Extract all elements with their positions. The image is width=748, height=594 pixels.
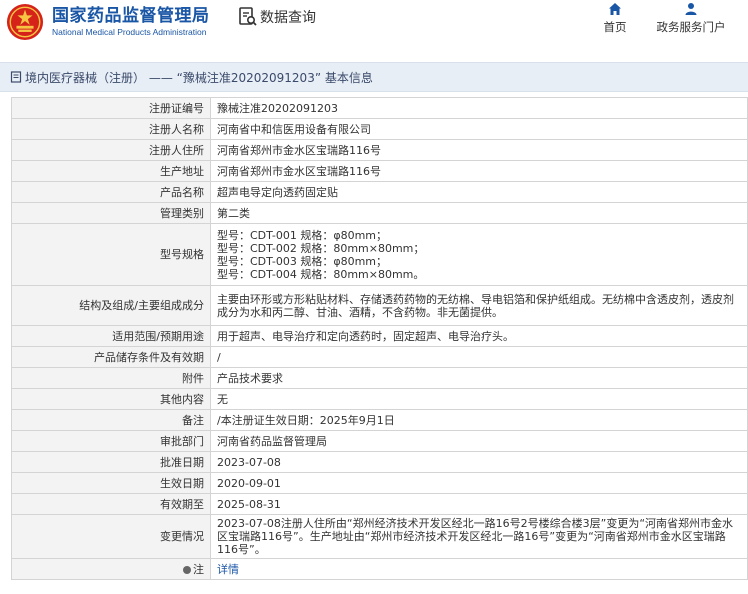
row-label: 附件 [11, 367, 211, 389]
row-label: 批准日期 [11, 451, 211, 473]
row-value: 产品技术要求 [210, 367, 748, 389]
record-title: 境内医疗器械（注册） —— “豫械注准20202091203” 基本信息 [25, 70, 373, 85]
user-icon [685, 3, 697, 15]
table-row: 附件 产品技术要求 [11, 367, 748, 389]
model-spec-line: 型号：CDT-002 规格：80mm×80mm； [217, 241, 425, 255]
row-label: 生效日期 [11, 472, 211, 494]
row-label: 变更情况 [11, 514, 211, 559]
data-query-link[interactable]: 数据查询 [238, 6, 316, 28]
table-row: 生效日期 2020-09-01 [11, 472, 748, 494]
row-label: 注册证编号 [11, 97, 211, 119]
model-spec-line: 型号：CDT-003 规格：φ80mm； [217, 254, 388, 268]
row-value: 型号：CDT-001 规格：φ80mm； 型号：CDT-002 规格：80mm×… [210, 223, 748, 286]
row-value: 用于超声、电导治疗和定向透药时，固定超声、电导治疗头。 [210, 325, 748, 347]
row-value: 2025-08-31 [210, 493, 748, 515]
model-spec-line: 型号：CDT-001 规格：φ80mm； [217, 228, 388, 242]
national-emblem-icon [6, 3, 44, 41]
row-value: 河南省药品监督管理局 [210, 430, 748, 452]
row-value: 河南省郑州市金水区宝瑞路116号 [210, 160, 748, 182]
row-value: / [210, 346, 748, 368]
nav-service-portal[interactable]: 政务服务门户 [652, 2, 730, 35]
row-value: 2020-09-01 [210, 472, 748, 494]
row-label: 有效期至 [11, 493, 211, 515]
table-row: 产品储存条件及有效期 / [11, 346, 748, 368]
site-logo[interactable]: 国家药品监督管理局 National Medical Products Admi… [6, 2, 210, 42]
table-row: 注册人名称 河南省中和信医用设备有限公司 [11, 118, 748, 140]
row-label: 产品名称 [11, 181, 211, 203]
row-value: 无 [210, 388, 748, 410]
site-header: 国家药品监督管理局 National Medical Products Admi… [0, 0, 748, 46]
table-row: 审批部门 河南省药品监督管理局 [11, 430, 748, 452]
document-icon [10, 71, 22, 83]
row-label: 注册人住所 [11, 139, 211, 161]
nav-service-portal-label: 政务服务门户 [656, 20, 726, 34]
row-value: 详情 [210, 558, 748, 580]
row-value: 2023-07-08 [210, 451, 748, 473]
record-title-bar: 境内医疗器械（注册） —— “豫械注准20202091203” 基本信息 [0, 62, 748, 92]
row-value: 河南省郑州市金水区宝瑞路116号 [210, 139, 748, 161]
row-value: 超声电导定向透药固定贴 [210, 181, 748, 203]
table-row: 变更情况 2023-07-08注册人住所由“郑州经济技术开发区经北一路16号2号… [11, 514, 748, 559]
row-label: 产品储存条件及有效期 [11, 346, 211, 368]
data-query-label: 数据查询 [260, 10, 316, 26]
details-link[interactable]: 详情 [217, 563, 239, 576]
row-label: 审批部门 [11, 430, 211, 452]
table-row: 型号规格 型号：CDT-001 规格：φ80mm； 型号：CDT-002 规格：… [11, 223, 748, 286]
table-row: 生产地址 河南省郑州市金水区宝瑞路116号 [11, 160, 748, 182]
logo-text: 国家药品监督管理局 National Medical Products Admi… [52, 6, 210, 38]
row-label: 适用范围/预期用途 [11, 325, 211, 347]
row-label: 其他内容 [11, 388, 211, 410]
table-row: 适用范围/预期用途 用于超声、电导治疗和定向透药时，固定超声、电导治疗头。 [11, 325, 748, 347]
detail-table: 注册证编号 豫械注准20202091203 注册人名称 河南省中和信医用设备有限… [11, 97, 748, 580]
row-value: 主要由环形或方形粘贴材料、存储透药药物的无纺棉、导电铝箔和保护纸组成。无纺棉中含… [210, 285, 748, 326]
row-value: 豫械注准20202091203 [210, 97, 748, 119]
model-spec-line: 型号：CDT-004 规格：80mm×80mm。 [217, 267, 425, 281]
note-label: 注 [193, 562, 204, 576]
home-icon [609, 3, 621, 15]
row-label: 管理类别 [11, 202, 211, 224]
table-row: 备注 /本注册证生效日期：2025年9月1日 [11, 409, 748, 431]
row-value: 2023-07-08注册人住所由“郑州经济技术开发区经北一路16号2号楼综合楼3… [210, 514, 748, 559]
row-value: /本注册证生效日期：2025年9月1日 [210, 409, 748, 431]
table-row: 结构及组成/主要组成成分 主要由环形或方形粘贴材料、存储透药药物的无纺棉、导电铝… [11, 285, 748, 326]
search-document-icon [239, 7, 257, 26]
nav-home-label: 首页 [603, 20, 627, 34]
table-row: 其他内容 无 [11, 388, 748, 410]
row-value: 第二类 [210, 202, 748, 224]
table-row: 注册人住所 河南省郑州市金水区宝瑞路116号 [11, 139, 748, 161]
table-row: 注册证编号 豫械注准20202091203 [11, 97, 748, 119]
row-label: 备注 [11, 409, 211, 431]
nav-home[interactable]: 首页 [600, 2, 630, 35]
table-row: 产品名称 超声电导定向透药固定贴 [11, 181, 748, 203]
logo-title-en: National Medical Products Administration [52, 27, 207, 37]
table-row: 管理类别 第二类 [11, 202, 748, 224]
row-label: 型号规格 [11, 223, 211, 286]
logo-title-cn: 国家药品监督管理局 [52, 6, 210, 26]
pin-icon [183, 565, 191, 574]
row-label: 结构及组成/主要组成成分 [11, 285, 211, 326]
row-label: 生产地址 [11, 160, 211, 182]
row-label: 注册人名称 [11, 118, 211, 140]
table-row: 注 详情 [11, 558, 748, 580]
row-label: 注 [11, 558, 211, 580]
table-row: 有效期至 2025-08-31 [11, 493, 748, 515]
table-row: 批准日期 2023-07-08 [11, 451, 748, 473]
row-value: 河南省中和信医用设备有限公司 [210, 118, 748, 140]
